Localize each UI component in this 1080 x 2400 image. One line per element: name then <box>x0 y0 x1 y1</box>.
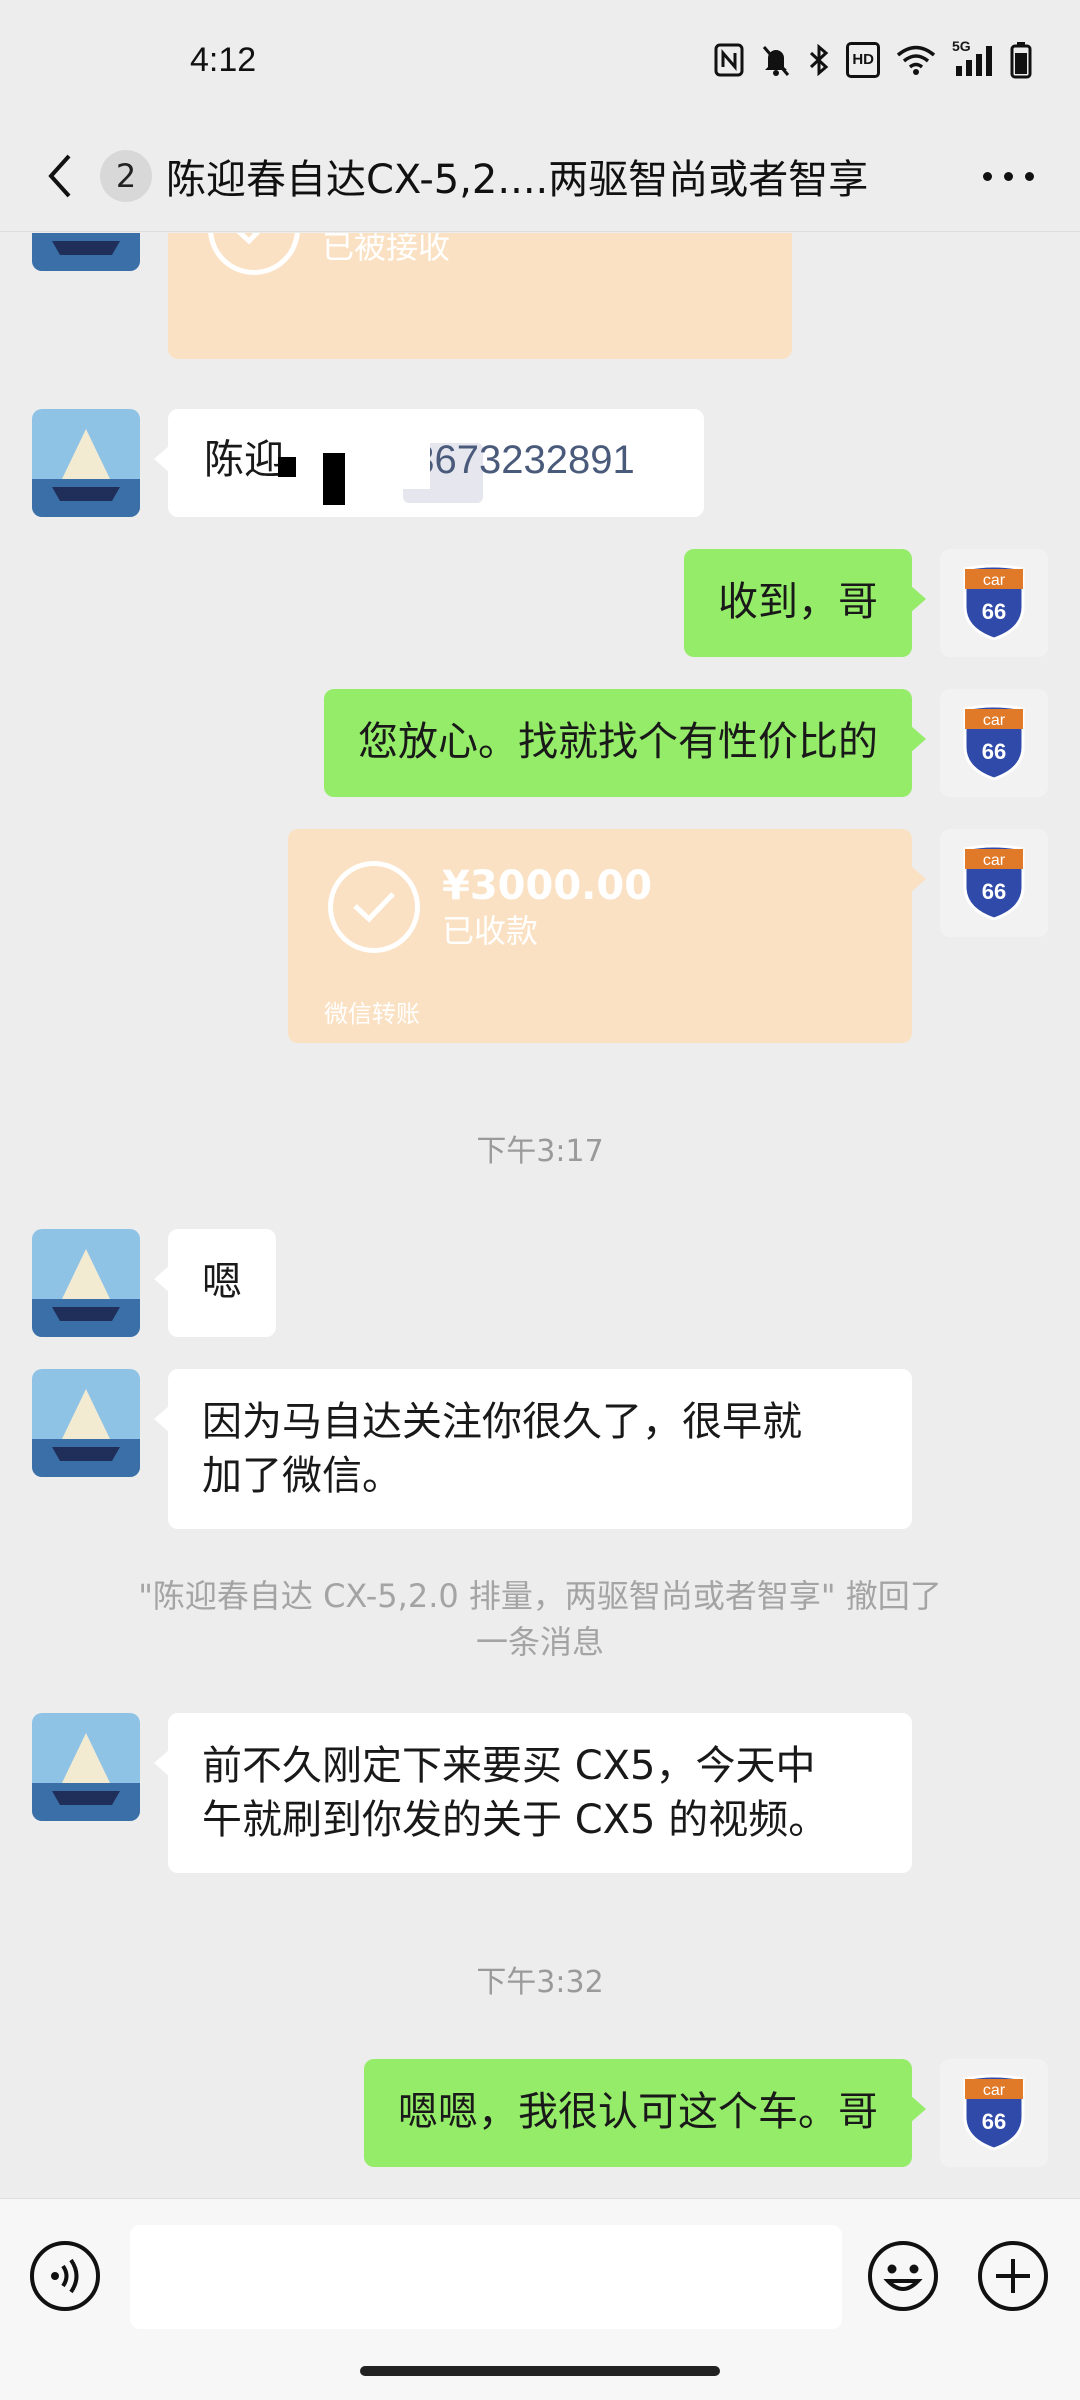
message-text-start: 陈迎 <box>204 437 284 483</box>
transfer-status: 已收款 <box>442 912 539 950</box>
check-circle-icon <box>328 861 420 953</box>
badge-top-text: car <box>983 2082 1006 2099</box>
message-bubble[interactable]: 陈迎 13673232891 <box>154 409 704 517</box>
transfer-status: 已被接收 <box>322 233 451 266</box>
bluetooth-icon <box>808 42 830 78</box>
voice-input-button[interactable] <box>28 2239 102 2317</box>
status-time: 4:12 <box>190 40 257 79</box>
redaction-block <box>323 453 345 505</box>
badge-top-text: car <box>983 712 1006 729</box>
timestamp: 下午3:17 <box>476 1134 604 1169</box>
transfer-amount: ¥3000.00 <box>442 863 653 909</box>
dot <box>1004 171 1013 181</box>
mute-icon <box>760 42 792 78</box>
wifi-icon <box>896 42 936 78</box>
message-bubble[interactable]: 嗯 <box>154 1229 276 1337</box>
chevron-left-icon <box>48 154 71 197</box>
status-icons: HD 5G <box>714 38 1032 79</box>
contact-avatar[interactable] <box>32 1713 140 1821</box>
emoji-button[interactable] <box>866 2239 940 2317</box>
badge-number: 66 <box>982 599 1006 624</box>
my-avatar[interactable]: car 66 <box>940 689 1048 797</box>
badge-number: 66 <box>982 739 1006 764</box>
message-bubble[interactable]: 前不久刚定下来要买 CX5，今天中 午就刷到你发的关于 CX5 的视频。 <box>154 1713 912 1873</box>
transfer-content: ¥3000.00 已收款 <box>328 861 652 953</box>
transfer-content: 已被接收 <box>208 233 450 275</box>
route-66-badge-icon: car 66 <box>963 2074 1025 2151</box>
recall-notice: "陈迎春自达 CX-5,2.0 排量，两驱智尚或者智享" 撤回了 一条消息 <box>70 1573 1010 1665</box>
network-type-label: 5G <box>952 38 971 54</box>
check-circle-icon <box>208 233 300 275</box>
my-avatar[interactable]: car 66 <box>940 549 1048 657</box>
more-functions-button[interactable] <box>976 2239 1050 2317</box>
message-line: 前不久刚定下来要买 CX5，今天中 <box>202 1743 816 1789</box>
transfer-card[interactable]: ¥3000.00 已收款 微信转账 <box>288 829 926 1043</box>
chat-title: 陈迎春自达CX-5,2....两驱智尚或者智享 <box>166 156 869 203</box>
badge-number: 66 <box>982 879 1006 904</box>
message-bubble[interactable]: 因为马自达关注你很久了，很早就 加了微信。 <box>154 1369 912 1529</box>
message-bubble[interactable]: 您放心。找就找个有性价比的 <box>324 689 926 797</box>
my-avatar[interactable]: car 66 <box>940 829 1048 937</box>
recall-notice-line: 一条消息 <box>475 1623 604 1661</box>
my-avatar[interactable]: car 66 <box>940 2059 1048 2167</box>
transfer-footer: 微信转账 <box>324 1000 420 1028</box>
chat-header: 2 陈迎春自达CX-5,2....两驱智尚或者智享 <box>0 120 1080 232</box>
5g-signal-icon: 5G <box>952 38 994 78</box>
dot <box>1025 171 1034 181</box>
status-bar: 4:12 HD 5G <box>0 0 1080 120</box>
contact-avatar[interactable] <box>32 1369 140 1477</box>
home-indicator[interactable] <box>360 2366 720 2376</box>
transfer-card-received[interactable]: 已被接收 <box>168 233 792 359</box>
voice-icon <box>30 2241 100 2311</box>
battery-icon <box>1010 42 1032 79</box>
route-66-badge-icon: car 66 <box>963 844 1025 921</box>
unread-count-badge[interactable]: 2 <box>100 149 152 202</box>
badge-top-text: car <box>983 572 1006 589</box>
back-button[interactable] <box>20 120 100 231</box>
contact-avatar[interactable] <box>32 233 140 271</box>
message-bubble[interactable]: 收到，哥 <box>684 549 926 657</box>
message-line: 加了微信。 <box>202 1453 402 1499</box>
redaction-cover <box>390 431 430 489</box>
recall-notice-line: "陈迎春自达 CX-5,2.0 排量，两驱智尚或者智享" 撤回了 <box>138 1577 942 1615</box>
nfc-icon <box>714 42 744 78</box>
message-line: 午就刷到你发的关于 CX5 的视频。 <box>202 1797 829 1843</box>
contact-avatar[interactable] <box>32 409 140 517</box>
redaction-block <box>278 457 296 477</box>
route-66-badge-icon: car 66 <box>963 564 1025 641</box>
message-line: 因为马自达关注你很久了，很早就 <box>202 1399 802 1445</box>
badge-top-text: car <box>983 852 1006 869</box>
badge-number: 66 <box>982 2109 1006 2134</box>
route-66-badge-icon: car 66 <box>963 704 1025 781</box>
message-list[interactable]: 已被接收 陈迎 13673232891 car 66 收到，哥 car 66 您放心… <box>0 233 1080 2198</box>
message-bubble[interactable]: 嗯嗯，我很认可这个车。哥 <box>364 2059 926 2167</box>
hd-icon: HD <box>846 42 880 78</box>
emoji-icon <box>868 2241 938 2311</box>
more-options-button[interactable] <box>977 120 1040 232</box>
message-input[interactable] <box>130 2225 842 2329</box>
timestamp: 下午3:32 <box>476 1965 604 2000</box>
contact-avatar[interactable] <box>32 1229 140 1337</box>
dot <box>983 171 992 181</box>
plus-icon <box>978 2241 1048 2311</box>
